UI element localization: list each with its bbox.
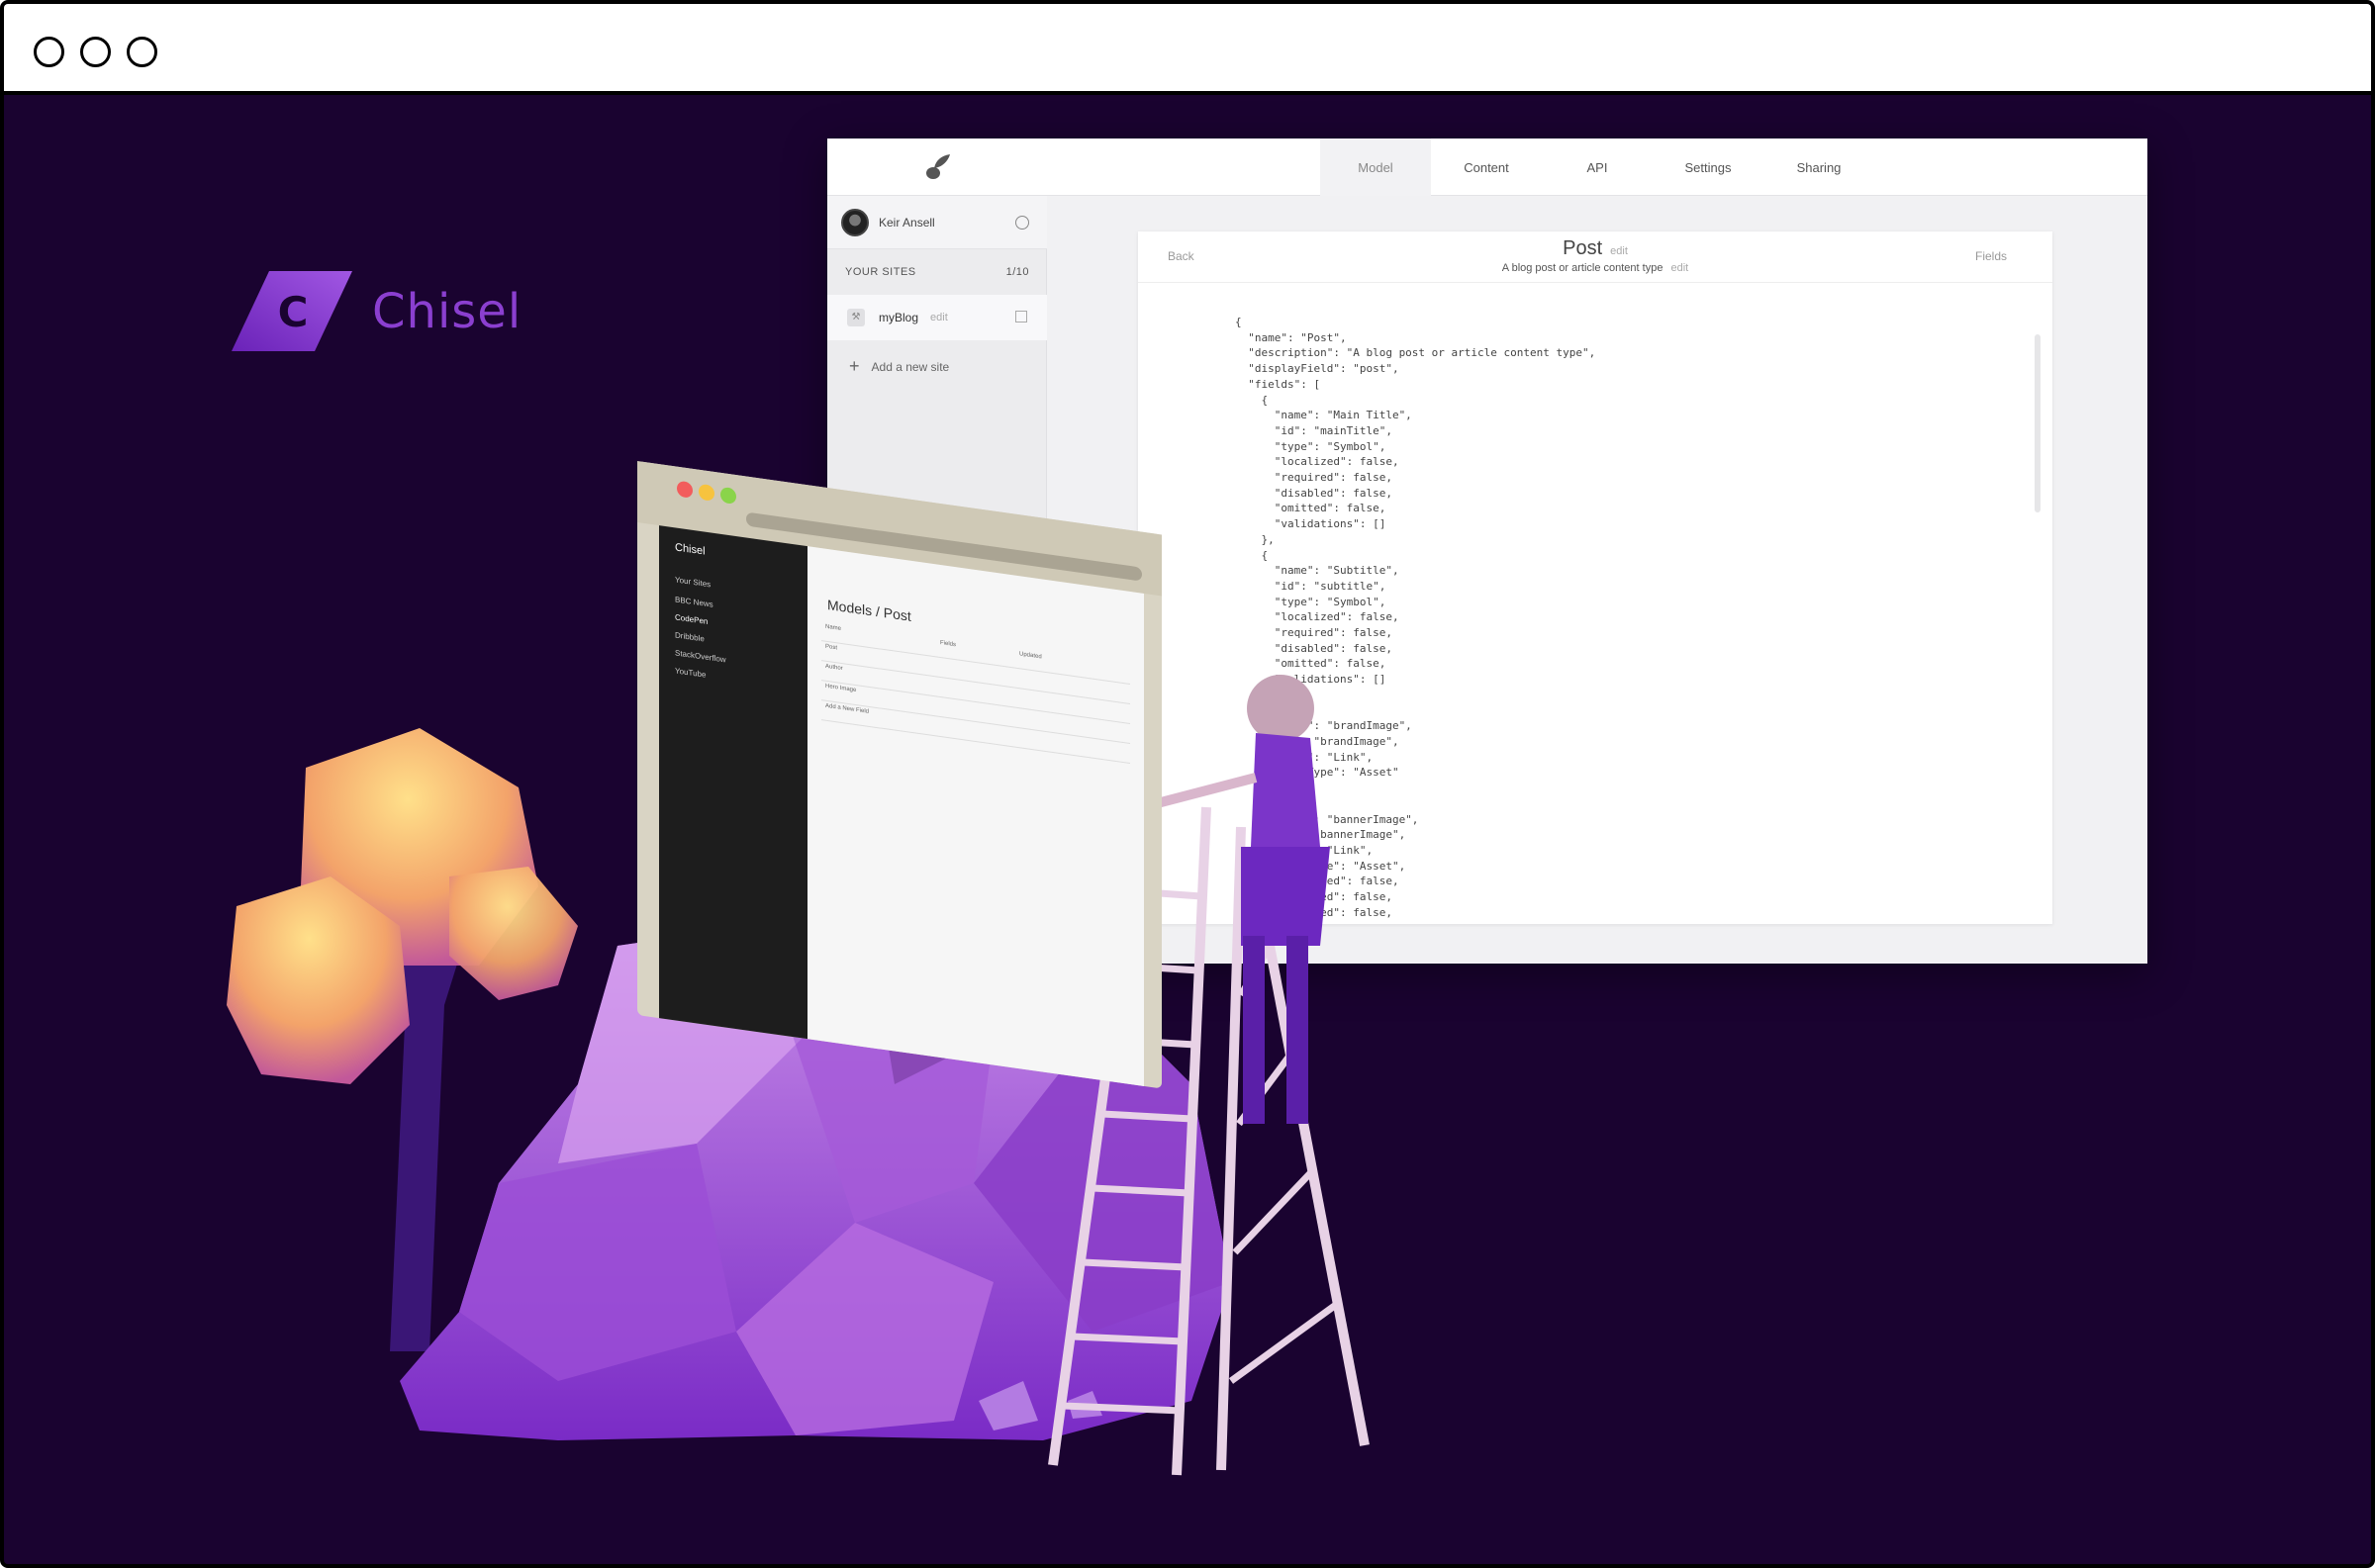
minimize-button[interactable]: [80, 37, 111, 67]
mini-col-name: Name: [825, 623, 842, 632]
mini-site-item: Dribbble: [675, 630, 705, 644]
mini-main: Models / Post Name Fields Updated Post A…: [808, 546, 1144, 1086]
mini-site-item: YouTube: [675, 666, 707, 680]
mini-site-item: StackOverflow: [675, 648, 726, 665]
mini-sidebar: Chisel Your Sites BBC News CodePen Dribb…: [659, 525, 808, 1040]
mini-sidebar-title: Your Sites: [675, 575, 712, 590]
browser-titlebar: [4, 4, 2371, 95]
mini-browser-illustration: Chisel Your Sites BBC News CodePen Dribb…: [637, 461, 1162, 1089]
mini-site-item: CodePen: [675, 612, 709, 627]
mini-maximize-icon: [720, 486, 736, 506]
maximize-button[interactable]: [127, 37, 157, 67]
browser-frame: C Chisel Model Content API Settings Shar…: [0, 0, 2375, 1568]
mini-close-icon: [677, 480, 693, 499]
mini-browser-frame: Chisel Your Sites BBC News CodePen Dribb…: [637, 461, 1162, 1089]
hero-stage: C Chisel Model Content API Settings Shar…: [4, 95, 2371, 1564]
mini-minimize-icon: [699, 483, 714, 502]
close-button[interactable]: [34, 37, 64, 67]
mini-heading: Models / Post: [827, 596, 911, 624]
mini-row-name: Post: [825, 643, 838, 652]
mini-col-fields: Fields: [940, 640, 957, 649]
mini-col-updated: Updated: [1019, 651, 1042, 661]
mini-brand: Chisel: [675, 541, 706, 558]
mini-site-item: BBC News: [675, 595, 713, 609]
mini-row-name: Author: [825, 663, 843, 673]
illustration: [227, 675, 1370, 1476]
